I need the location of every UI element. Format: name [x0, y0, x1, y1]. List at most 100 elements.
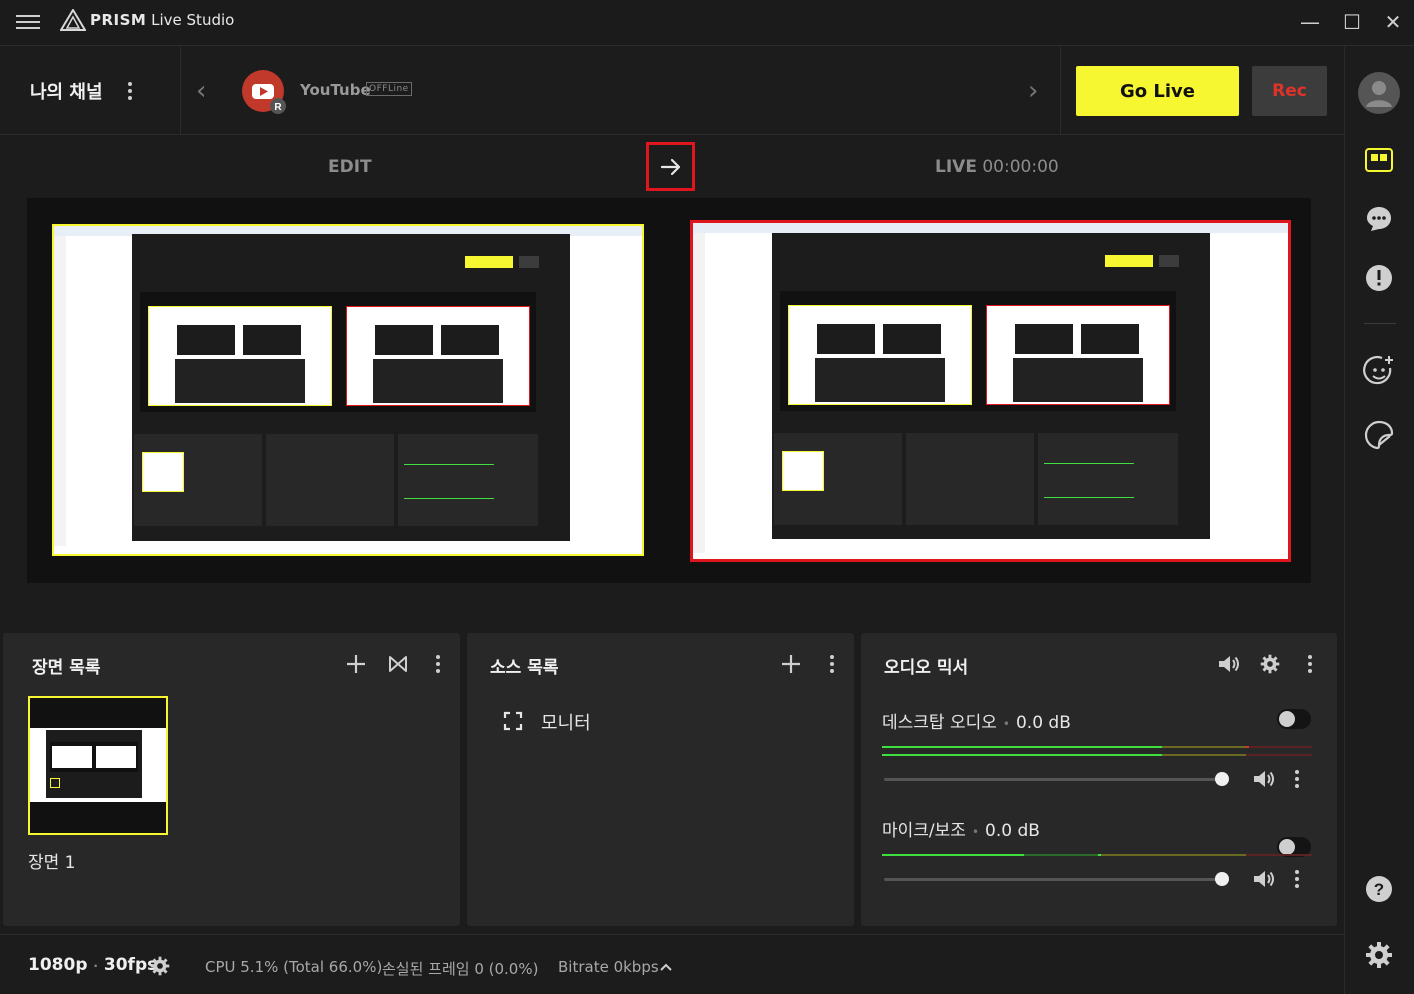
nested-meter: [1044, 497, 1134, 498]
chevron-right-icon[interactable]: ›: [1028, 76, 1038, 106]
program-nested-golive: [1105, 255, 1153, 267]
transition-settings-button[interactable]: [386, 652, 410, 676]
nested-frame: [241, 323, 303, 357]
add-scene-button[interactable]: [344, 652, 368, 676]
nested-panels: [175, 359, 305, 403]
live-timer: 00:00:00: [982, 157, 1059, 177]
bitrate: Bitrate 0kbps: [558, 958, 659, 976]
scene-thumb-mini-scene: [50, 778, 60, 788]
channel-kebab-icon[interactable]: [124, 80, 136, 102]
chat-icon[interactable]: [1359, 199, 1399, 239]
scene-thumb-app: [46, 730, 142, 798]
mixer-speaker-button[interactable]: [1216, 652, 1242, 676]
program-window-chrome: [693, 223, 1288, 233]
program-nested-program: [986, 305, 1170, 405]
minimize-button[interactable]: —: [1295, 8, 1325, 36]
monitor-icon: [502, 710, 524, 732]
mixer-channel-level: 0.0 dB: [985, 821, 1040, 841]
preview-side-strip: [54, 236, 66, 546]
mic-channel-kebab-icon[interactable]: [1291, 868, 1303, 890]
mixer-channel-desktop: 데스크탑 오디오 • 0.0 dB: [882, 713, 1071, 733]
output-format[interactable]: 1080p · 30fps: [28, 955, 157, 975]
desktop-volume-slider[interactable]: [884, 778, 1222, 781]
beauty-icon[interactable]: [1359, 351, 1399, 391]
desktop-audio-toggle[interactable]: [1277, 709, 1311, 729]
preview-nested-app: [132, 234, 570, 541]
svg-text:?: ?: [1374, 880, 1384, 899]
menu-icon[interactable]: [16, 11, 40, 33]
rec-button[interactable]: Rec: [1252, 66, 1327, 116]
nested-scene-thumb: [782, 451, 824, 491]
nested-frame: [815, 322, 877, 356]
scenes-kebab-icon[interactable]: [432, 653, 444, 675]
transition-icon: [389, 656, 407, 672]
preview-nested-mixer: [398, 434, 538, 526]
go-live-button[interactable]: Go Live: [1076, 66, 1239, 116]
alert-icon[interactable]: [1359, 258, 1399, 298]
scene-thumb-content: [30, 728, 166, 802]
maximize-button[interactable]: ☐: [1337, 8, 1367, 36]
scene-thumb-canvas: [50, 742, 138, 772]
nested-frame: [175, 323, 237, 357]
mixer-channel-level: 0.0 dB: [1015, 713, 1071, 733]
mixer-settings-button[interactable]: [1258, 652, 1282, 676]
preview-nested-preview: [148, 306, 332, 406]
gear-icon: [1260, 654, 1280, 674]
scene-name[interactable]: 장면 1: [28, 848, 76, 873]
preview-canvas[interactable]: [52, 224, 644, 556]
mic-mute-button[interactable]: [1252, 868, 1276, 890]
mixer-channel-mic: 마이크/보조 • 0.0 dB: [882, 821, 1040, 841]
maximize-icon: ☐: [1343, 10, 1361, 34]
preview-nested-program: [346, 306, 530, 406]
status-badge: OFFLine: [366, 82, 412, 96]
speaker-icon: [1254, 871, 1274, 887]
mixer-kebab-icon[interactable]: [1304, 653, 1316, 675]
nested-frame: [1079, 322, 1141, 356]
close-button[interactable]: ✕: [1378, 8, 1408, 36]
desktop-channel-kebab-icon[interactable]: [1291, 768, 1303, 790]
settings-icon[interactable]: [1359, 935, 1399, 975]
sticker-icon[interactable]: [1359, 415, 1399, 455]
plus-icon: [347, 655, 365, 673]
nested-meter: [404, 498, 494, 499]
avatar-icon[interactable]: [1357, 71, 1401, 115]
program-canvas: [690, 220, 1291, 562]
sources-kebab-icon[interactable]: [826, 653, 838, 675]
scene-thumbnail[interactable]: [28, 696, 168, 835]
channel-name[interactable]: 나의 채널: [30, 78, 103, 104]
output-settings-button[interactable]: [149, 955, 171, 977]
speaker-icon: [1254, 771, 1274, 787]
mic-volume-slider[interactable]: [884, 878, 1222, 881]
prism-logo-icon: [60, 9, 86, 31]
nested-frame: [373, 323, 435, 357]
source-item[interactable]: 모니터: [541, 709, 591, 735]
arrow-right-icon: [660, 158, 680, 175]
preview-nested-scenes: [134, 434, 262, 526]
program-nested-mixer: [1038, 433, 1178, 525]
desktop-mute-button[interactable]: [1252, 768, 1276, 790]
resolution: 1080p: [28, 955, 88, 975]
mixer-channel-name: 데스크탑 오디오: [882, 713, 997, 733]
sources-title: 소스 목록: [490, 658, 559, 678]
mic-volume-knob[interactable]: [1215, 872, 1229, 886]
layout-icon[interactable]: [1359, 140, 1399, 180]
program-nested-app: [772, 233, 1210, 539]
preview-nested-rec: [519, 256, 539, 268]
scenes-title: 장면 목록: [32, 658, 101, 678]
app-title: PRISM Live Studio: [90, 11, 234, 29]
help-icon[interactable]: ?: [1359, 869, 1399, 909]
app-brand: PRISM: [90, 11, 147, 29]
preview-nested-golive: [465, 256, 513, 268]
nested-scene-thumb: [142, 452, 184, 492]
nested-panels: [373, 359, 503, 403]
chevron-left-icon[interactable]: ‹: [196, 76, 206, 106]
desktop-volume-knob[interactable]: [1215, 772, 1229, 786]
youtube-icon[interactable]: R: [242, 70, 286, 114]
speaker-icon: [1219, 656, 1239, 672]
chevron-up-icon[interactable]: [656, 957, 676, 977]
scene-thumb-frame: [52, 746, 92, 768]
add-source-button[interactable]: [779, 652, 803, 676]
transition-button[interactable]: [646, 142, 695, 191]
divider: [180, 47, 181, 135]
right-sidebar: [1344, 47, 1414, 994]
